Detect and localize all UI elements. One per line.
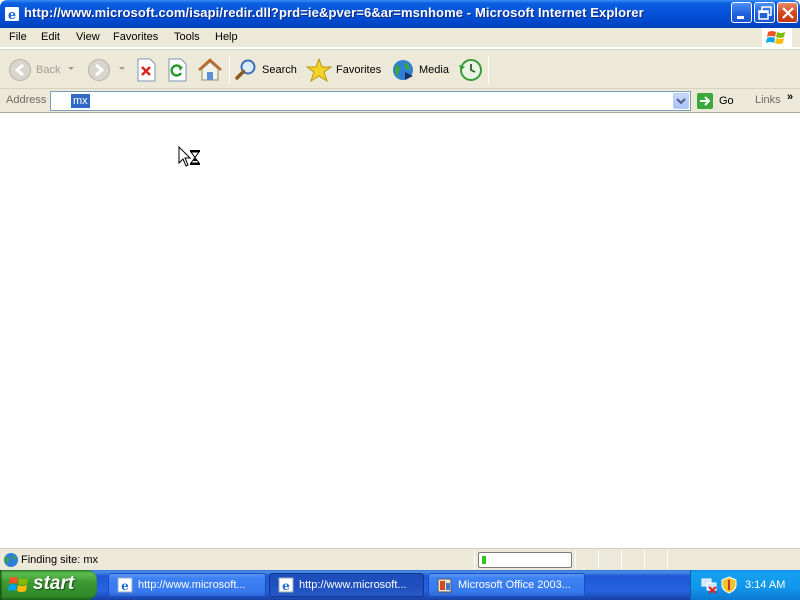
ie-icon: e: [5, 7, 19, 22]
minimize-button[interactable]: [731, 2, 752, 23]
close-icon: [782, 7, 794, 19]
back-arrow-icon: [9, 59, 31, 81]
refresh-button[interactable]: [166, 55, 188, 85]
status-divider: [575, 551, 576, 569]
links-chevron[interactable]: »: [787, 91, 793, 103]
busy-cursor-icon: [178, 146, 200, 167]
search-icon: [235, 59, 256, 80]
standard-toolbar: Back Search Favorites Media: [0, 49, 800, 89]
restore-icon: [758, 6, 772, 20]
start-button[interactable]: start: [0, 570, 97, 600]
favorites-star-icon: [306, 58, 332, 82]
title-bar[interactable]: e http://www.microsoft.com/isapi/redir.d…: [0, 0, 800, 28]
svg-text:e: e: [8, 8, 16, 22]
refresh-icon: [168, 58, 187, 82]
ie-icon: e: [117, 577, 133, 593]
history-icon: [459, 59, 482, 81]
status-divider: [474, 551, 475, 569]
minimize-icon: [737, 16, 744, 19]
address-input[interactable]: mx: [50, 91, 691, 111]
menu-file[interactable]: File: [9, 31, 27, 43]
chevron-down-icon: [676, 98, 686, 105]
status-divider: [644, 551, 645, 569]
links-label[interactable]: Links: [755, 94, 781, 106]
menu-favorites[interactable]: Favorites: [113, 31, 158, 43]
search-button[interactable]: Search: [234, 55, 297, 85]
office-setup-icon: [437, 578, 452, 593]
address-value: mx: [71, 94, 90, 108]
menu-tools[interactable]: Tools: [174, 31, 200, 43]
status-divider: [667, 551, 668, 569]
close-button[interactable]: [777, 2, 798, 23]
menu-bar: File Edit View Favorites Tools Help: [0, 28, 800, 48]
go-button[interactable]: Go: [696, 92, 734, 110]
svg-text:e: e: [121, 579, 129, 593]
status-bar: Finding site: mx: [0, 548, 800, 570]
menu-edit[interactable]: Edit: [41, 31, 60, 43]
forward-dropdown-icon[interactable]: [119, 67, 125, 70]
windows-flag-icon: [8, 577, 28, 592]
home-icon: [198, 58, 222, 81]
taskbar-item[interactable]: Microsoft Office 2003...: [428, 573, 585, 597]
taskbar: start e http://www.microsoft... e http:/…: [0, 570, 800, 600]
ie-icon: e: [278, 577, 294, 593]
media-button[interactable]: Media: [391, 55, 449, 85]
security-shield-icon[interactable]: [720, 576, 738, 594]
favorites-button[interactable]: Favorites: [306, 55, 381, 85]
status-divider: [598, 551, 599, 569]
forward-button[interactable]: [87, 55, 111, 85]
clock[interactable]: 3:14 AM: [745, 579, 785, 591]
taskbar-item[interactable]: e http://www.microsoft...: [108, 573, 266, 597]
back-button[interactable]: Back: [8, 55, 60, 85]
menu-help[interactable]: Help: [215, 31, 238, 43]
stop-icon: [137, 58, 156, 82]
home-button[interactable]: [197, 55, 223, 85]
toolbar-separator: [488, 56, 489, 84]
progress-bar: [478, 552, 572, 568]
back-dropdown-icon[interactable]: [68, 67, 74, 70]
status-divider: [621, 551, 622, 569]
windows-logo: [762, 28, 792, 48]
status-text: Finding site: mx: [21, 554, 99, 566]
system-tray: 3:14 AM: [690, 570, 800, 600]
restore-button[interactable]: [754, 2, 775, 23]
address-bar: Address mx Go Links »: [0, 89, 800, 113]
go-arrow-icon: [697, 93, 713, 109]
svg-text:e: e: [282, 579, 290, 593]
media-globe-icon: [393, 60, 413, 80]
menu-view[interactable]: View: [76, 31, 100, 43]
network-warning-icon[interactable]: [700, 576, 718, 594]
window-title: http://www.microsoft.com/isapi/redir.dll…: [24, 5, 644, 20]
progress-fill: [482, 556, 486, 564]
stop-button[interactable]: [135, 55, 157, 85]
toolbar-separator: [229, 56, 230, 84]
taskbar-item[interactable]: e http://www.microsoft...: [269, 573, 424, 597]
history-button[interactable]: [458, 55, 484, 85]
page-content[interactable]: [0, 113, 800, 548]
globe-status-icon: [4, 553, 18, 567]
address-dropdown-button[interactable]: [673, 93, 689, 109]
address-label: Address: [6, 94, 47, 106]
forward-arrow-icon: [88, 59, 110, 81]
